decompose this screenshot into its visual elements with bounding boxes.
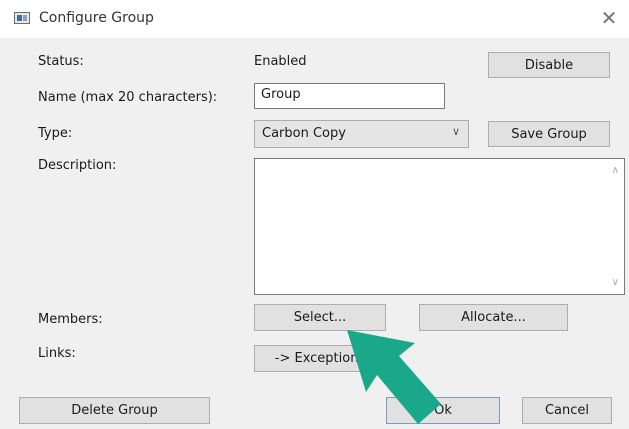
description-textarea[interactable]: ∧ ∨ (254, 158, 625, 295)
disable-button[interactable]: Disable (488, 52, 610, 78)
type-label: Type: (38, 126, 73, 141)
save-group-button[interactable]: Save Group (488, 121, 610, 147)
type-selected-value: Carbon Copy (262, 126, 346, 141)
name-label: Name (max 20 characters): (38, 90, 218, 105)
cancel-button[interactable]: Cancel (522, 397, 612, 424)
close-icon[interactable]: ✕ (598, 7, 620, 29)
allocate-button[interactable]: Allocate... (419, 304, 568, 331)
scroll-up-icon[interactable]: ∧ (612, 165, 619, 176)
exceptions-button[interactable]: -> Exceptions (254, 345, 386, 372)
members-label: Members: (38, 312, 103, 327)
group-name-field[interactable]: Group (254, 83, 445, 109)
description-label: Description: (38, 158, 117, 173)
type-dropdown[interactable]: Carbon Copy ∨ (254, 120, 469, 148)
status-value: Enabled (254, 54, 307, 69)
status-label: Status: (38, 54, 84, 69)
delete-group-button[interactable]: Delete Group (19, 397, 210, 424)
scroll-down-icon[interactable]: ∨ (612, 277, 619, 288)
chevron-down-icon: ∨ (451, 125, 460, 138)
dialog-client-area: Status: Enabled Disable Name (max 20 cha… (0, 38, 629, 429)
app-window-icon (14, 12, 30, 24)
select-members-button[interactable]: Select... (254, 304, 386, 331)
ok-button[interactable]: Ok (386, 397, 500, 424)
title-bar: Configure Group ✕ (0, 0, 629, 38)
links-label: Links: (38, 346, 76, 361)
window-title: Configure Group (39, 10, 154, 26)
